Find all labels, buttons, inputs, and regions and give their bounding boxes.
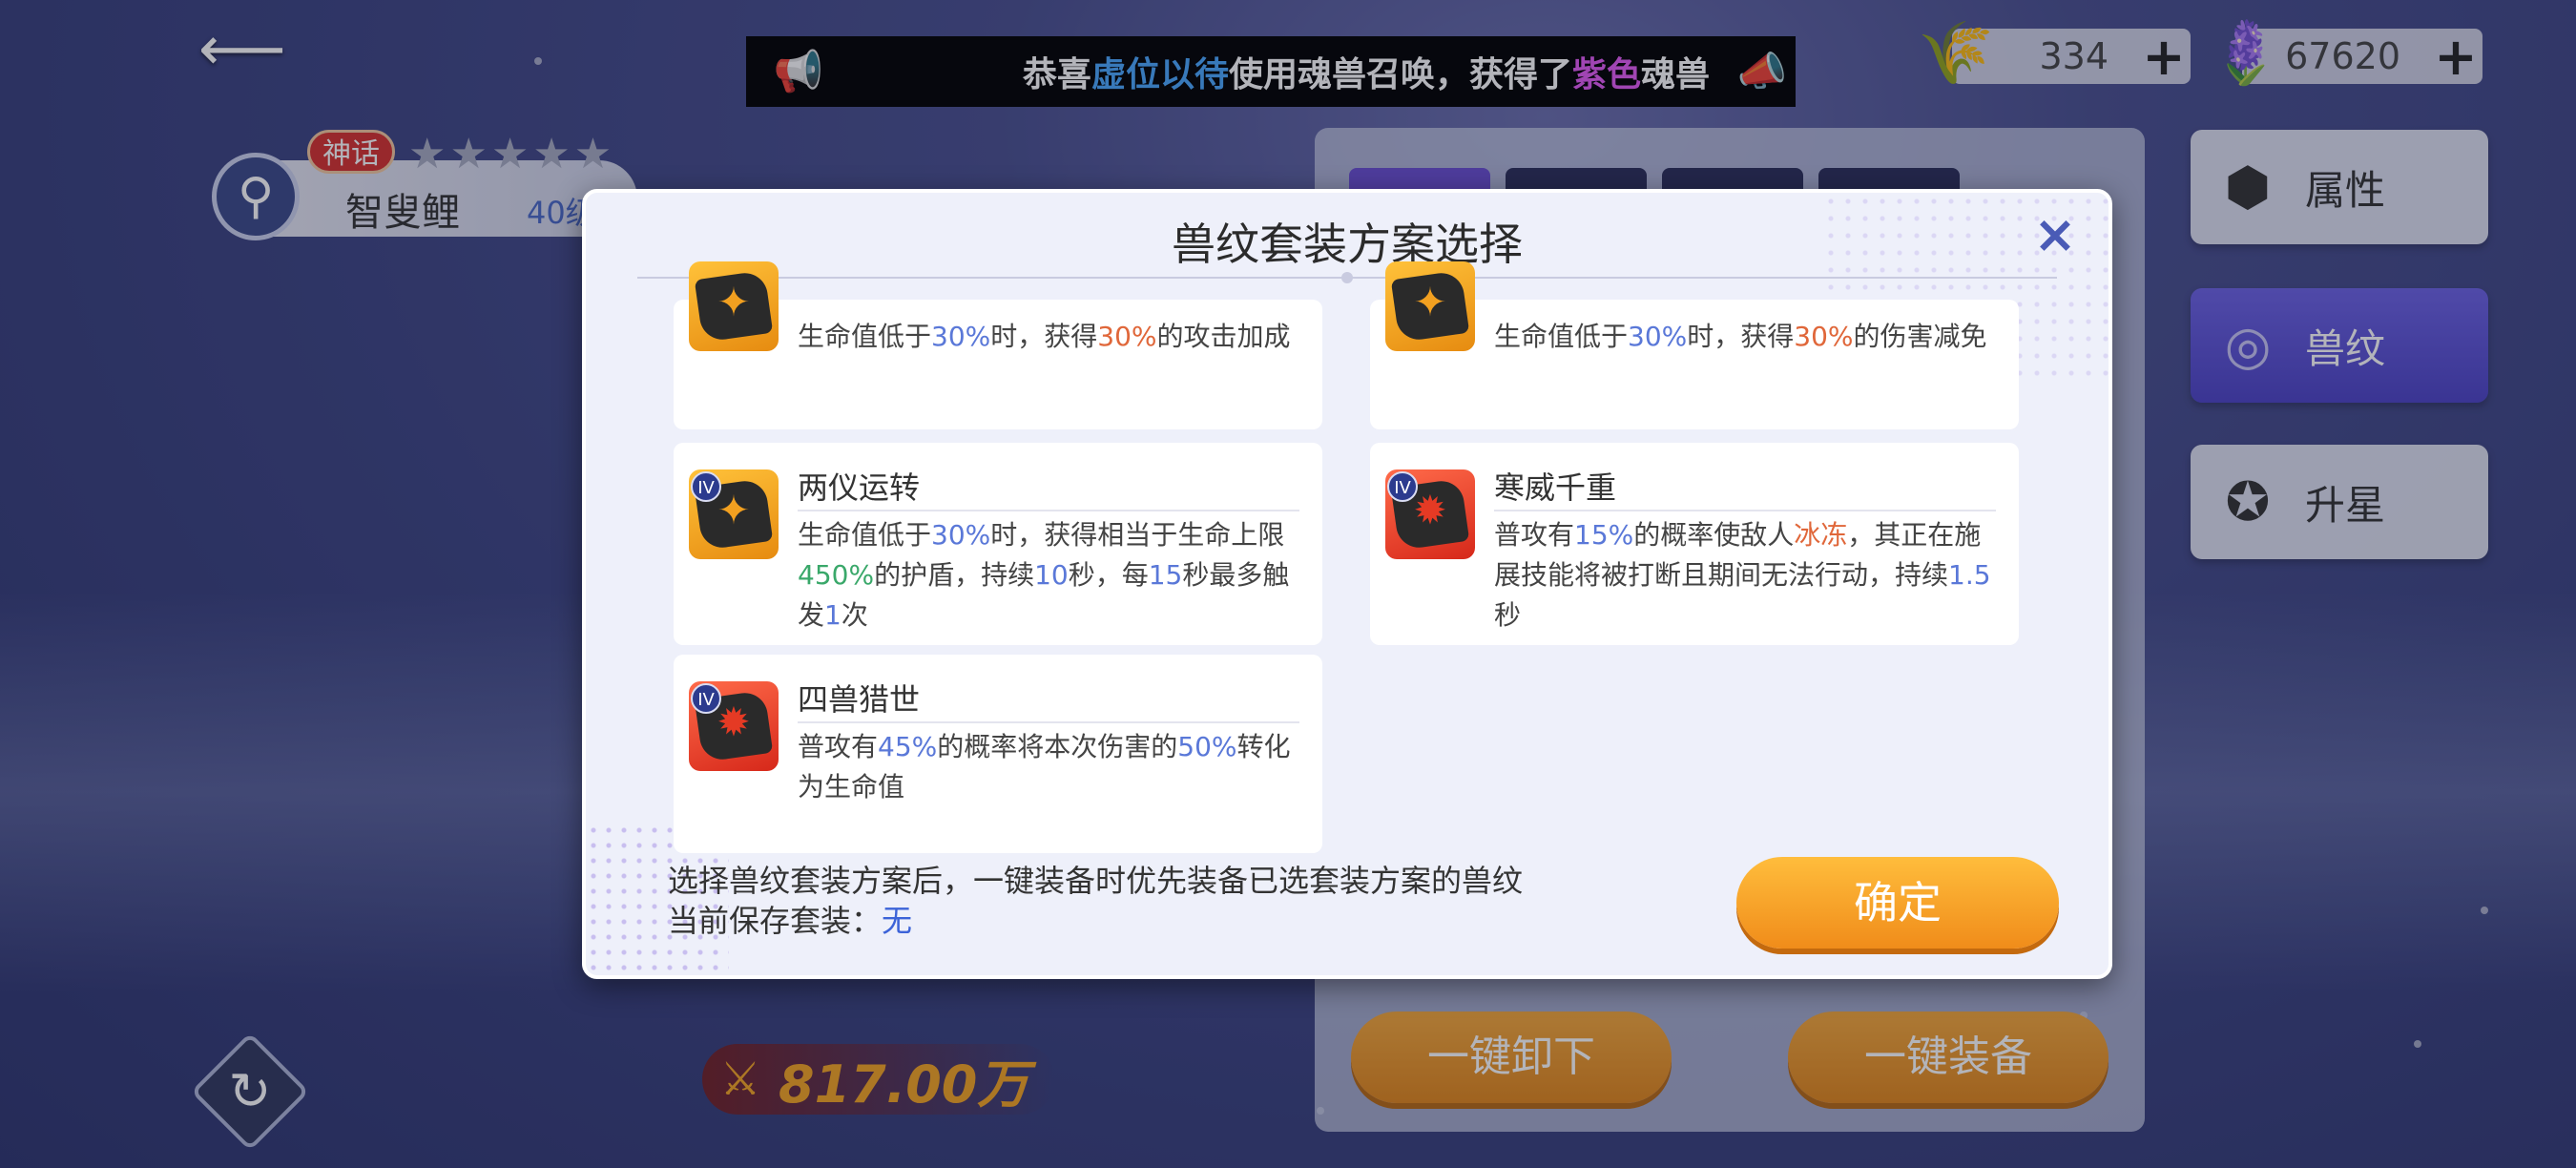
set-icon: ✹ IV bbox=[1385, 469, 1475, 559]
dialog-title: 兽纹套装方案选择 bbox=[1172, 219, 1523, 270]
current-set: 当前保存套装：无 bbox=[668, 901, 1523, 941]
note-line: 选择兽纹套装方案后，一键装备时优先装备已选套装方案的兽纹 bbox=[668, 863, 1524, 899]
set-description: 普攻有15%的概率使敌人冰冻，其正在施展技能将被打断且期间无法行动，持续1.5秒 bbox=[1494, 519, 1991, 631]
set-icon: ✦ IV bbox=[689, 469, 779, 559]
set-description: 普攻有45%的概率将本次伤害的50%转化为生命值 bbox=[798, 731, 1291, 803]
set-name: 寒威千重 bbox=[1494, 469, 1617, 506]
set-description: 生命值低于30%时，获得30%的攻击加成 bbox=[798, 321, 1291, 352]
set-selection-dialog: 兽纹套装方案选择 × ✦ 生命值低于30%时，获得30%的攻击加成 ✦ 生命值低… bbox=[582, 189, 2112, 979]
confirm-button[interactable]: 确定 bbox=[1736, 857, 2059, 949]
set-card[interactable]: ✦ IV 两仪运转 生命值低于30%时，获得相当于生命上限450%的护盾，持续10… bbox=[674, 443, 1322, 645]
current-set-value: 无 bbox=[882, 903, 913, 939]
set-icon: ✦ bbox=[1385, 261, 1475, 351]
close-icon[interactable]: × bbox=[2030, 209, 2080, 261]
card-divider bbox=[798, 721, 1299, 723]
set-icon: ✹ IV bbox=[689, 681, 779, 771]
dialog-note: 选择兽纹套装方案后，一键装备时优先装备已选套装方案的兽纹 当前保存套装：无 bbox=[668, 861, 1523, 941]
set-card[interactable]: ✹ IV 寒威千重 普攻有15%的概率使敌人冰冻，其正在施展技能将被打断且期间无法… bbox=[1370, 443, 2019, 645]
current-set-label: 当前保存套装： bbox=[668, 903, 883, 939]
set-card[interactable]: ✹ IV 四兽猎世 普攻有45%的概率将本次伤害的50%转化为生命值 bbox=[674, 655, 1322, 853]
set-description: 生命值低于30%时，获得相当于生命上限450%的护盾，持续10秒，每15秒最多触… bbox=[798, 519, 1290, 631]
set-description: 生命值低于30%时，获得30%的伤害减免 bbox=[1494, 321, 1987, 352]
title-divider bbox=[637, 272, 2057, 283]
set-card[interactable]: ✦ 生命值低于30%时，获得30%的伤害减免 bbox=[1370, 261, 2019, 429]
set-name: 两仪运转 bbox=[798, 469, 921, 506]
card-divider bbox=[1494, 510, 1996, 511]
set-card[interactable]: ✦ 生命值低于30%时，获得30%的攻击加成 bbox=[674, 261, 1322, 429]
card-divider bbox=[798, 510, 1299, 511]
set-name: 四兽猎世 bbox=[798, 681, 921, 718]
set-icon: ✦ bbox=[689, 261, 779, 351]
